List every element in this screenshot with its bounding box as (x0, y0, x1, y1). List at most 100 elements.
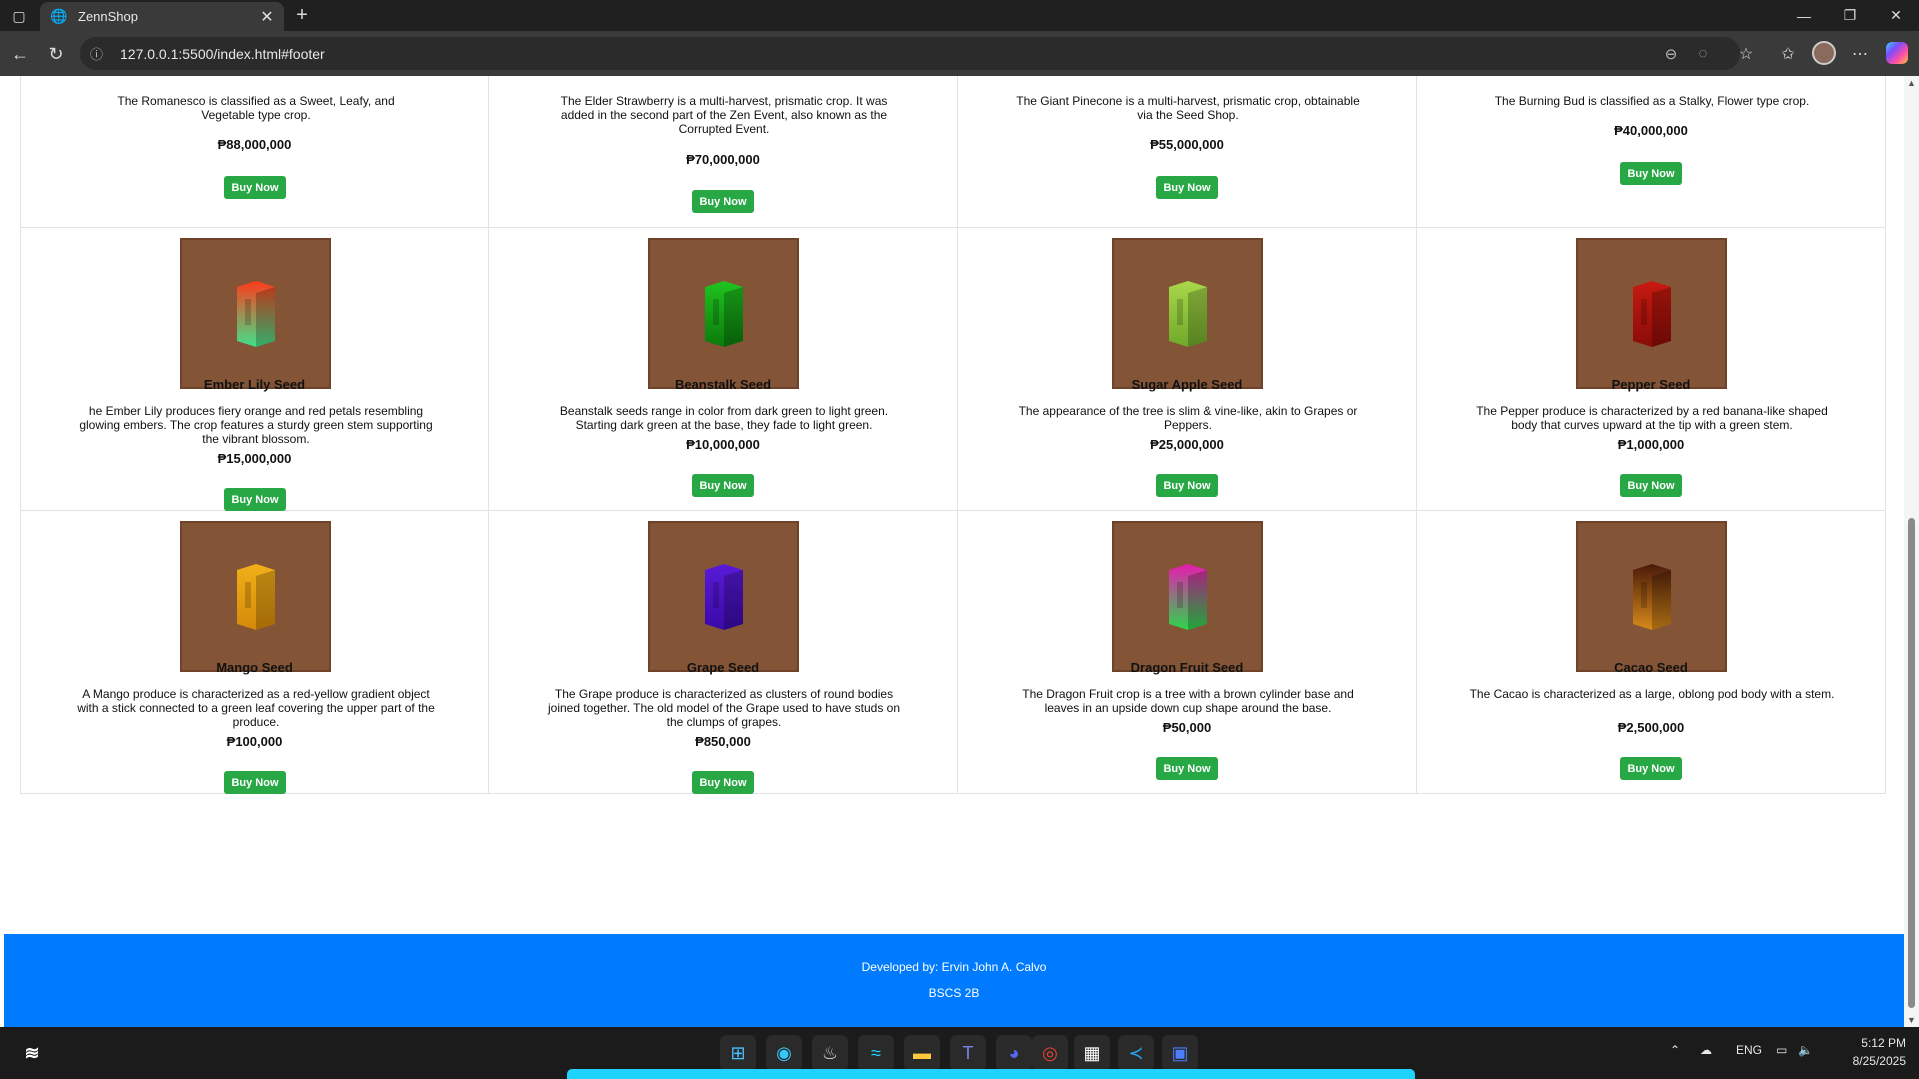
file-explorer-icon[interactable]: ▬ (904, 1035, 940, 1071)
site-info-icon[interactable]: ⓘ (90, 44, 112, 63)
restore-button[interactable]: ❐ (1827, 0, 1873, 31)
close-window-button[interactable]: ✕ (1873, 0, 1919, 31)
product-price: ₱70,000,000 (686, 152, 760, 167)
buy-now-button[interactable]: Buy Now (1156, 757, 1218, 780)
globe-icon: 🌐 (50, 8, 68, 24)
volume-icon[interactable]: 🔈 (1798, 1043, 1813, 1057)
teams-icon[interactable]: T (950, 1035, 986, 1071)
seed-icon (1168, 563, 1207, 630)
product-price: ₱25,000,000 (1150, 437, 1224, 452)
favorites-icon[interactable]: ✩ (1774, 41, 1802, 67)
scroll-up-icon[interactable]: ▲ (1907, 78, 1916, 88)
product-name: Dragon Fruit Seed (1130, 660, 1244, 675)
url-text: 127.0.0.1:5500/index.html#footer (120, 45, 325, 62)
product-price: ₱50,000 (1162, 720, 1212, 735)
seed-image (1576, 521, 1727, 672)
seed-icon (1168, 280, 1207, 347)
start-icon[interactable]: ⊞ (720, 1035, 756, 1071)
scroll-down-icon[interactable]: ▼ (1907, 1015, 1916, 1025)
seed-image (1576, 238, 1727, 389)
widgets-icon[interactable]: ≋ (14, 1035, 50, 1071)
more-options-icon[interactable]: ⋯ (1846, 41, 1874, 67)
new-tab-button[interactable]: + (290, 4, 314, 28)
taskbar-clock[interactable]: 5:12 PM 8/25/2025 (1826, 1034, 1906, 1070)
product-description: The Cacao is characterized as a large, o… (1469, 687, 1835, 701)
product-description: The Grape produce is characterized as cl… (547, 687, 901, 729)
footer-section-text: BSCS 2B (928, 986, 980, 1000)
favorite-star-icon[interactable]: ☆ (1732, 41, 1760, 67)
store-icon[interactable]: ▦ (1074, 1035, 1110, 1071)
buy-now-button[interactable]: Buy Now (692, 190, 754, 213)
buy-now-button[interactable]: Buy Now (1620, 162, 1682, 185)
buy-now-button[interactable]: Buy Now (1620, 474, 1682, 497)
buy-now-button[interactable]: Buy Now (1156, 474, 1218, 497)
minimize-button[interactable]: — (1781, 0, 1827, 31)
product-price: ₱55,000,000 (1150, 137, 1224, 152)
onedrive-icon[interactable]: ☁ (1700, 1043, 1712, 1057)
vscode-icon[interactable]: ≺ (1118, 1035, 1154, 1071)
browser-toolbar: ← ↻ ⓘ 127.0.0.1:5500/index.html#footer ⊖… (0, 31, 1919, 76)
product-description: A Mango produce is characterized as a re… (77, 687, 435, 729)
product-card: The Romanesco is classified as a Sweet, … (20, 76, 489, 228)
browser-titlebar: ▢ 🌐 ZennShop ✕ + — ❐ ✕ (0, 0, 1919, 31)
product-card: The Giant Pinecone is a multi-harvest, p… (958, 76, 1417, 228)
product-card: Grape Seed The Grape produce is characte… (489, 511, 958, 794)
copilot-icon[interactable] (1886, 42, 1908, 64)
steam-icon[interactable]: ♨ (812, 1035, 848, 1071)
tab-actions-icon[interactable]: ▢ (8, 6, 30, 26)
product-description: The Giant Pinecone is a multi-harvest, p… (1016, 94, 1360, 122)
buy-now-button[interactable]: Buy Now (224, 771, 286, 794)
back-icon[interactable]: ← (6, 41, 34, 67)
buy-now-button[interactable]: Buy Now (692, 771, 754, 794)
language-indicator[interactable]: ENG (1736, 1043, 1762, 1057)
product-name: Cacao Seed (1614, 660, 1688, 675)
product-description: The Dragon Fruit crop is a tree with a b… (1022, 687, 1354, 715)
seed-icon (704, 563, 743, 630)
buy-now-button[interactable]: Buy Now (1156, 176, 1218, 199)
product-description: The Romanesco is classified as a Sweet, … (117, 94, 395, 122)
product-card: Beanstalk Seed Beanstalk seeds range in … (489, 228, 958, 511)
product-name: Mango Seed (216, 660, 293, 675)
product-card: Pepper Seed The Pepper produce is charac… (1417, 228, 1886, 511)
product-price: ₱2,500,000 (1617, 720, 1685, 735)
read-aloud-icon[interactable]: ◌ (1690, 37, 1716, 70)
footer-developer-text: Developed by: Ervin John A. Calvo (861, 960, 1047, 974)
browser-tab[interactable]: 🌐 ZennShop ✕ (40, 2, 284, 31)
refresh-icon[interactable]: ↻ (42, 41, 70, 67)
tray-overflow-icon[interactable]: ⌃ (1670, 1043, 1680, 1057)
product-price: ₱1,000,000 (1617, 437, 1685, 452)
terminal-icon[interactable]: ≈ (858, 1035, 894, 1071)
product-name: Grape Seed (686, 660, 760, 675)
seed-image (648, 238, 799, 389)
product-price: ₱850,000 (695, 734, 751, 749)
chrome-icon[interactable]: ◎ (1032, 1035, 1068, 1071)
buy-now-button[interactable]: Buy Now (692, 474, 754, 497)
product-name: Beanstalk Seed (674, 377, 772, 392)
edge-icon[interactable]: ◉ (766, 1035, 802, 1071)
seed-image (180, 521, 331, 672)
product-description: he Ember Lily produces fiery orange and … (79, 404, 433, 446)
profile-avatar[interactable] (1812, 41, 1836, 65)
scroll-thumb[interactable] (1908, 518, 1915, 1008)
product-name: Ember Lily Seed (203, 377, 306, 392)
buy-now-button[interactable]: Buy Now (224, 488, 286, 511)
seed-icon (704, 280, 743, 347)
buy-now-button[interactable]: Buy Now (1620, 757, 1682, 780)
address-bar[interactable]: ⓘ 127.0.0.1:5500/index.html#footer ⊖ ◌ (80, 37, 1740, 70)
buy-now-button[interactable]: Buy Now (224, 176, 286, 199)
product-card: The Burning Bud is classified as a Stalk… (1417, 76, 1886, 228)
roblox-icon[interactable]: ▣ (1162, 1035, 1198, 1071)
seed-icon (236, 280, 275, 347)
page-scrollbar[interactable]: ▲ ▼ (1904, 76, 1919, 1027)
network-icon[interactable]: ▭ (1776, 1043, 1787, 1057)
discord-icon[interactable]: ◕ (996, 1035, 1032, 1071)
close-tab-icon[interactable]: ✕ (256, 7, 278, 27)
seed-image (648, 521, 799, 672)
zoom-icon[interactable]: ⊖ (1658, 37, 1684, 70)
product-name: Pepper Seed (1611, 377, 1691, 392)
product-card: Cacao Seed The Cacao is characterized as… (1417, 511, 1886, 794)
product-card: The Elder Strawberry is a multi-harvest,… (489, 76, 958, 228)
product-description: Beanstalk seeds range in color from dark… (559, 404, 889, 432)
seed-image (1112, 521, 1263, 672)
product-name: Sugar Apple Seed (1131, 377, 1243, 392)
